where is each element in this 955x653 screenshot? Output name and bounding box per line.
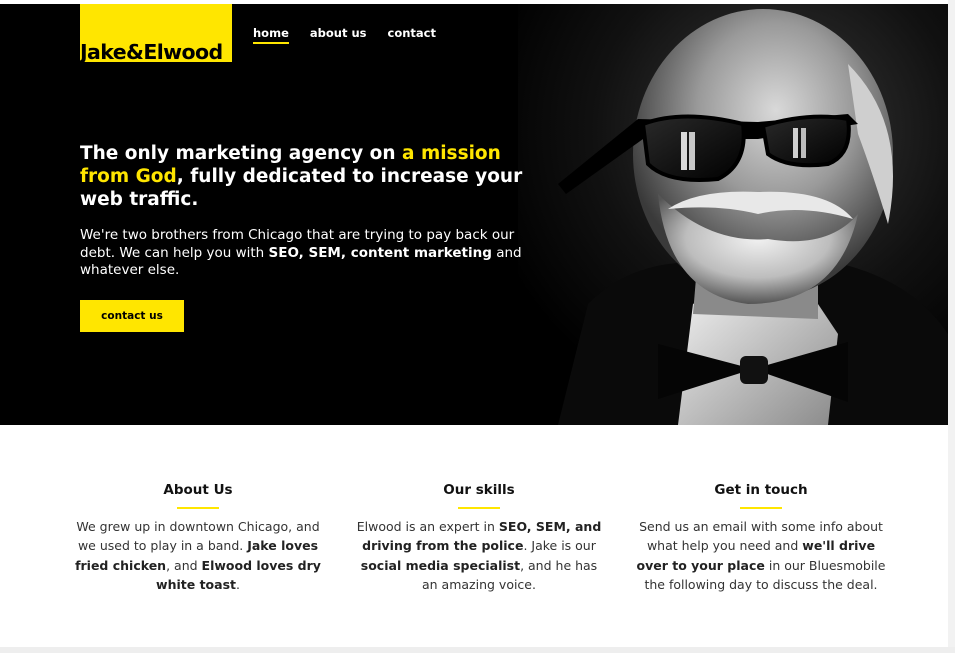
text-segment: , and <box>166 557 202 573</box>
contact-us-button[interactable]: contact us <box>80 300 184 332</box>
nav-item-about-us[interactable]: about us <box>310 26 367 44</box>
get-in-touch-column: Get in touch Send us an email with some … <box>636 481 886 594</box>
brand-logo[interactable]: Jake&Elwood <box>80 4 232 64</box>
title-underline <box>177 507 219 509</box>
scrollbar-track[interactable] <box>948 0 955 653</box>
hero-headline: The only marketing agency on a mission f… <box>80 142 535 211</box>
bold-segment: social media specialist <box>360 557 521 573</box>
main-nav: home about us contact <box>253 26 436 44</box>
about-us-column: About Us We grew up in downtown Chicago,… <box>73 481 323 594</box>
nav-item-contact[interactable]: contact <box>388 26 436 44</box>
get-in-touch-title: Get in touch <box>714 482 808 498</box>
title-underline <box>458 507 500 509</box>
hero-headline-part1: The only marketing agency on <box>80 143 403 164</box>
brand-logo-text: Jake&Elwood <box>80 40 223 64</box>
text-segment: Elwood is an expert in <box>356 519 499 534</box>
hero-section: Jake&Elwood home about us contact The on… <box>0 4 948 425</box>
our-skills-title: Our skills <box>443 482 515 498</box>
hero-subtext-bold: SEO, SEM, content marketing <box>268 244 492 261</box>
features-section: About Us We grew up in downtown Chicago,… <box>0 425 948 645</box>
nav-item-home[interactable]: home <box>253 26 289 44</box>
get-in-touch-text: Send us an email with some info about wh… <box>636 517 886 594</box>
page: Jake&Elwood home about us contact The on… <box>0 0 948 653</box>
title-underline <box>740 507 782 509</box>
our-skills-column: Our skills Elwood is an expert in SEO, S… <box>354 481 604 594</box>
hero-subtext: We're two brothers from Chicago that are… <box>80 227 535 280</box>
text-segment: . Jake is our <box>523 538 596 554</box>
about-us-title: About Us <box>163 482 233 498</box>
bottom-strip <box>0 647 955 653</box>
about-us-text: We grew up in downtown Chicago, and we u… <box>73 517 323 594</box>
portrait-image <box>518 4 948 425</box>
text-segment: . <box>235 576 240 592</box>
our-skills-text: Elwood is an expert in SEO, SEM, and dri… <box>354 517 604 594</box>
